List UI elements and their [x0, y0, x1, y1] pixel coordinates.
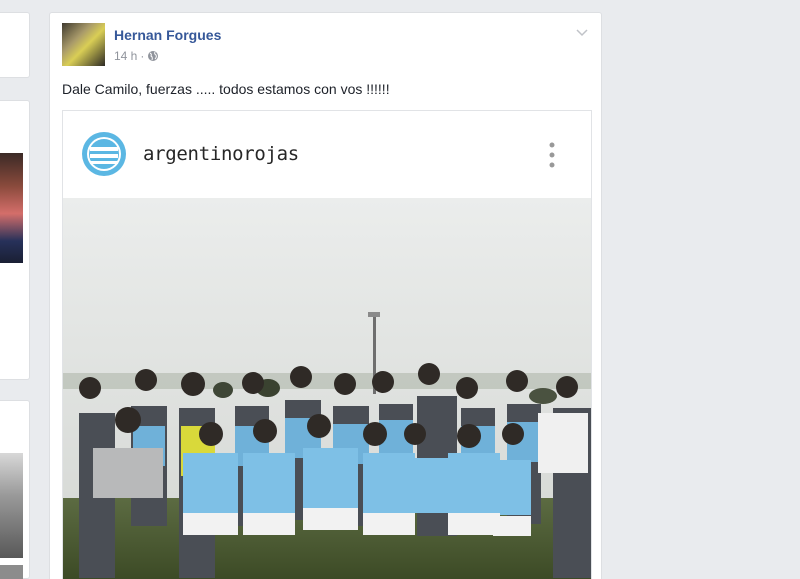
author-avatar[interactable]: [62, 23, 105, 66]
team-photo-illustration: [63, 198, 591, 579]
meta-separator: ·: [140, 49, 145, 63]
left-card: [0, 12, 30, 78]
left-card: [0, 400, 30, 579]
post-meta: 14 h ·: [114, 49, 159, 63]
left-card-thumbnail[interactable]: [0, 453, 23, 558]
club-badge-icon[interactable]: [81, 131, 127, 177]
left-card-thumbnail[interactable]: [0, 565, 23, 579]
left-column: [0, 0, 30, 579]
author-name[interactable]: Hernan Forgues: [114, 27, 221, 43]
post-text: Dale Camilo, fuerzas ..... todos estamos…: [62, 81, 390, 97]
more-options-icon[interactable]: [549, 141, 555, 169]
instagram-embed[interactable]: argentinorojas: [62, 110, 592, 579]
left-card-thumbnail[interactable]: [0, 153, 23, 263]
embed-username[interactable]: argentinorojas: [143, 143, 299, 165]
chevron-down-icon[interactable]: [575, 27, 589, 37]
feed-post: Hernan Forgues 14 h · Dale Camilo, fuerz…: [49, 12, 602, 579]
embed-header: argentinorojas: [63, 111, 591, 198]
left-card: [0, 100, 30, 380]
post-timestamp[interactable]: 14 h: [114, 49, 137, 63]
team-photo[interactable]: [63, 198, 591, 579]
globe-icon: [148, 51, 159, 61]
